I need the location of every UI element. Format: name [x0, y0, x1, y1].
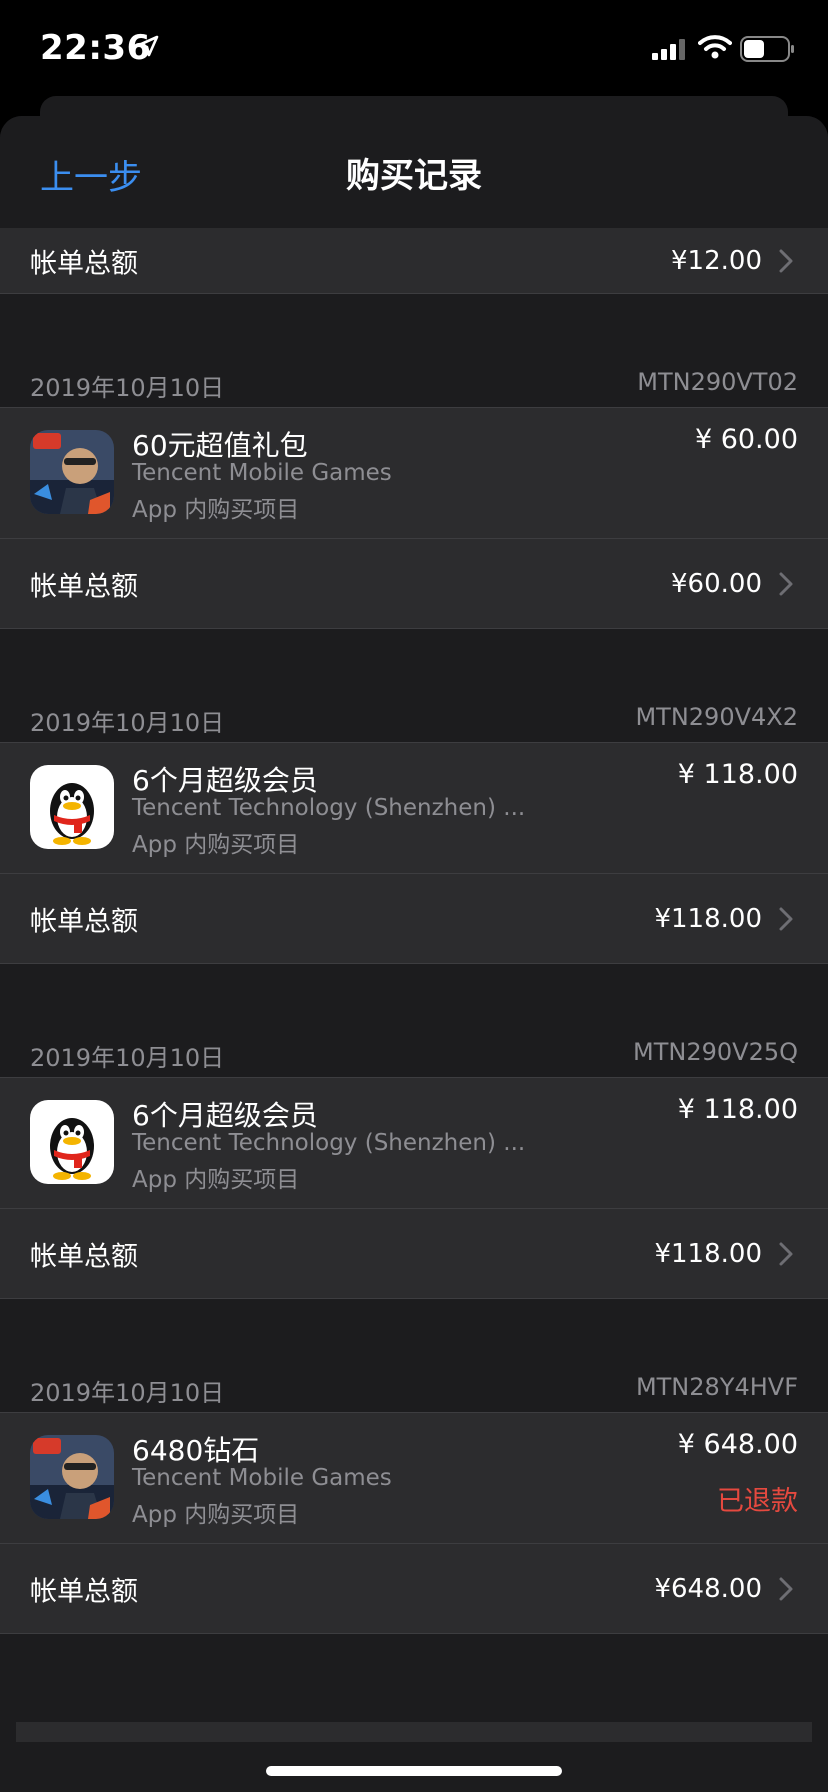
chevron-right-icon: [779, 1242, 793, 1265]
item-developer: Tencent Technology (Shenzhen) ...: [132, 795, 526, 821]
page-title: 购买记录: [346, 156, 482, 196]
status-time: 22:36: [40, 28, 151, 68]
item-price: ¥ 648.00: [677, 1429, 798, 1460]
cellular-signal-icon: [652, 39, 685, 60]
navigation-bar: 上一步 购买记录: [0, 116, 828, 228]
section-gap: [0, 294, 828, 364]
bill-total-label: 帐单总额: [30, 906, 138, 937]
section-gap: [0, 629, 828, 699]
order-id: MTN290V25Q: [633, 1038, 798, 1066]
section-gap: [0, 1299, 828, 1369]
purchase-list: 帐单总额 ¥12.00 2019年10月10日 MTN290VT02 60元超值…: [0, 228, 828, 1634]
item-type: App 内购买项目: [132, 1502, 300, 1528]
item-title: 6480钻石: [132, 1434, 260, 1467]
purchase-date: 2019年10月10日: [30, 709, 225, 737]
qq-penguin-icon: [30, 765, 114, 849]
battery-icon: [740, 36, 794, 62]
location-arrow-icon: [137, 35, 159, 57]
item-developer: Tencent Mobile Games: [132, 460, 392, 486]
purchase-date: 2019年10月10日: [30, 1379, 225, 1407]
item-price: ¥ 60.00: [694, 424, 798, 455]
item-type: App 内购买项目: [132, 1167, 300, 1193]
purchase-item[interactable]: 6个月超级会员 Tencent Technology (Shenzhen) ..…: [0, 743, 828, 874]
purchase-item[interactable]: 6个月超级会员 Tencent Technology (Shenzhen) ..…: [0, 1078, 828, 1209]
purchase-history-sheet: 上一步 购买记录 帐单总额 ¥12.00 2019年10月10日 MTN290V…: [0, 116, 828, 1792]
section-header: 2019年10月10日 MTN290V4X2: [0, 699, 828, 743]
purchase-date: 2019年10月10日: [30, 374, 225, 402]
bill-total-row[interactable]: 帐单总额 ¥118.00: [0, 1209, 828, 1299]
section-header: 2019年10月10日 MTN28Y4HVF: [0, 1369, 828, 1413]
item-price: ¥ 118.00: [677, 759, 798, 790]
item-title: 6个月超级会员: [132, 1099, 318, 1132]
item-title: 60元超值礼包: [132, 429, 308, 462]
order-id: MTN28Y4HVF: [635, 1373, 798, 1401]
bill-total-label: 帐单总额: [30, 248, 138, 279]
bill-total-row[interactable]: 帐单总额 ¥648.00: [0, 1544, 828, 1634]
bill-total-amount: ¥118.00: [654, 1238, 762, 1269]
bill-total-amount: ¥648.00: [654, 1573, 762, 1604]
bill-total-amount: ¥60.00: [671, 568, 762, 599]
section-header: 2019年10月10日 MTN290V25Q: [0, 1034, 828, 1078]
bill-total-row[interactable]: 帐单总额 ¥12.00: [0, 228, 828, 294]
chevron-right-icon: [779, 249, 793, 272]
chevron-right-icon: [779, 907, 793, 930]
purchase-item[interactable]: 6480钻石 Tencent Mobile Games App 内购买项目 ¥ …: [0, 1413, 828, 1544]
order-id: MTN290V4X2: [635, 703, 798, 731]
status-bar: 22:36: [0, 0, 828, 100]
bill-total-amount: ¥12.00: [671, 245, 762, 276]
wifi-icon: [698, 35, 732, 59]
bill-total-label: 帐单总额: [30, 571, 138, 602]
game-icon: [30, 430, 114, 514]
order-id: MTN290VT02: [637, 368, 798, 396]
chevron-right-icon: [779, 572, 793, 595]
game-icon: [30, 1435, 114, 1519]
purchase-item[interactable]: 60元超值礼包 Tencent Mobile Games App 内购买项目 ¥…: [0, 408, 828, 539]
section-header: 2019年10月10日 MTN290VT02: [0, 364, 828, 408]
purchase-date: 2019年10月10日: [30, 1044, 225, 1072]
next-section-edge: [16, 1722, 812, 1742]
item-developer: Tencent Technology (Shenzhen) ...: [132, 1130, 526, 1156]
item-title: 6个月超级会员: [132, 764, 318, 797]
bill-total-row[interactable]: 帐单总额 ¥60.00: [0, 539, 828, 629]
item-price: ¥ 118.00: [677, 1094, 798, 1125]
item-developer: Tencent Mobile Games: [132, 1465, 392, 1491]
bill-total-label: 帐单总额: [30, 1241, 138, 1272]
bill-total-label: 帐单总额: [30, 1576, 138, 1607]
bill-total-amount: ¥118.00: [654, 903, 762, 934]
refund-status: 已退款: [717, 1486, 798, 1517]
bill-total-row[interactable]: 帐单总额 ¥118.00: [0, 874, 828, 964]
section-gap: [0, 964, 828, 1034]
qq-penguin-icon: [30, 1100, 114, 1184]
chevron-right-icon: [779, 1577, 793, 1600]
home-indicator[interactable]: [266, 1766, 562, 1776]
item-type: App 内购买项目: [132, 832, 300, 858]
item-type: App 内购买项目: [132, 497, 300, 523]
